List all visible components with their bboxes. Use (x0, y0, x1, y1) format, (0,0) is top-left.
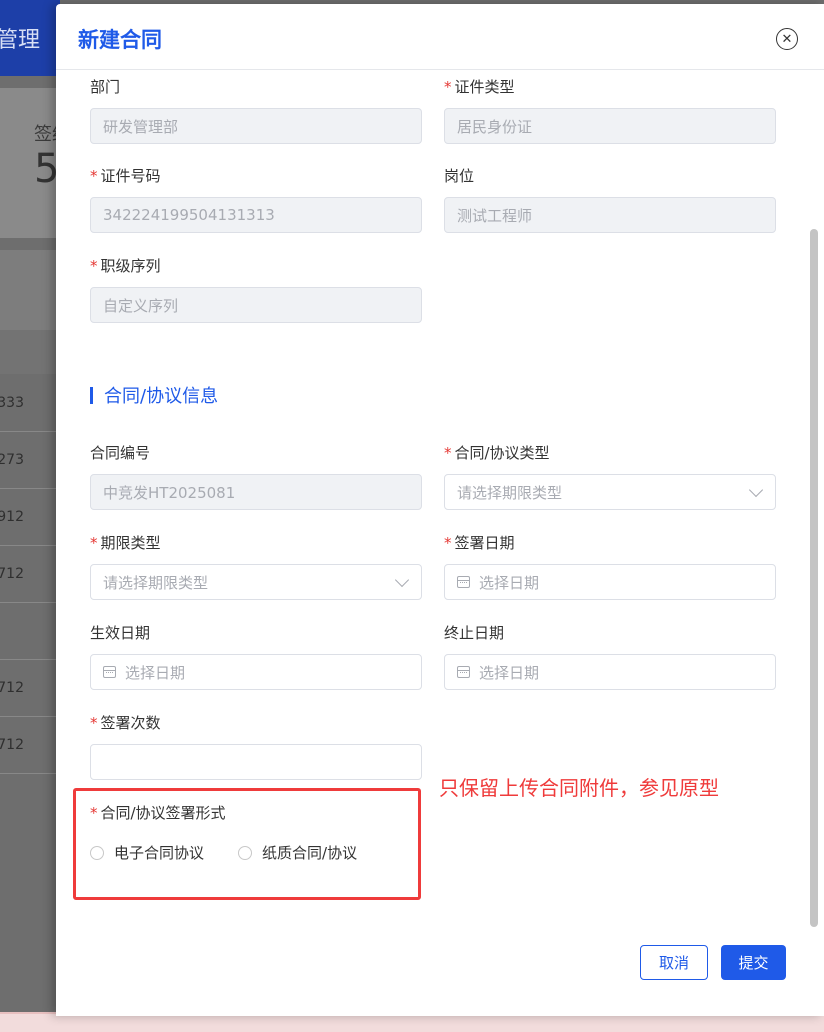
background-toolbar (0, 250, 60, 330)
term-type-select[interactable]: 请选择期限类型 (90, 564, 422, 600)
background-header: 管理 (0, 0, 60, 76)
required-mark: * (444, 534, 452, 552)
department-input[interactable]: 研发管理部 (90, 108, 422, 144)
table-row: 333 (0, 375, 60, 432)
sign-date-label: * 签署日期 (444, 534, 515, 552)
contract-type-field: * 合同/协议类型 请选择期限类型 (444, 442, 776, 510)
sign-count-field: * 签署次数 (90, 712, 422, 780)
sign-date-placeholder: 选择日期 (479, 573, 540, 592)
background-table: 333 190273 288912 278712 278712 278712 (0, 375, 60, 774)
required-mark: * (444, 78, 452, 96)
table-row: 278712 (0, 546, 60, 603)
chevron-down-icon (394, 572, 410, 588)
position-field: 岗位 测试工程师 (444, 165, 776, 233)
cancel-button[interactable]: 取消 (640, 945, 708, 980)
calendar-icon (457, 666, 470, 678)
effective-date-picker[interactable]: 选择日期 (90, 654, 422, 690)
term-type-field: * 期限类型 请选择期限类型 (90, 532, 422, 600)
position-input[interactable]: 测试工程师 (444, 197, 776, 233)
contract-no-label: 合同编号 (90, 444, 151, 462)
submit-button[interactable]: 提交 (721, 945, 786, 980)
section-bar-icon (90, 386, 93, 404)
chevron-down-icon (748, 482, 764, 498)
rank-sequence-input[interactable]: 自定义序列 (90, 287, 422, 323)
new-contract-drawer: 新建合同 ✕ 部门 研发管理部 * 证件类型 居民身份证 * 证件号码 342224… (56, 4, 824, 1016)
position-label: 岗位 (444, 167, 475, 185)
effective-date-label: 生效日期 (90, 624, 151, 642)
term-type-label: * 期限类型 (90, 534, 161, 552)
drawer-title: 新建合同 (78, 28, 162, 52)
contract-type-placeholder: 请选择期限类型 (457, 483, 563, 502)
required-mark: * (90, 534, 98, 552)
required-mark: * (90, 167, 98, 185)
id-number-label: * 证件号码 (90, 167, 161, 185)
section-title: 合同/协议信息 (90, 382, 218, 408)
calendar-icon (103, 666, 116, 678)
sign-count-input[interactable] (90, 744, 422, 780)
department-label: 部门 (90, 78, 121, 96)
id-type-field: * 证件类型 居民身份证 (444, 76, 776, 144)
end-date-label: 终止日期 (444, 624, 505, 642)
id-number-input[interactable]: 342224199504131313 (90, 197, 422, 233)
table-row: 190273 (0, 432, 60, 489)
effective-date-field: 生效日期 选择日期 (90, 622, 422, 690)
id-number-field: * 证件号码 342224199504131313 (90, 165, 422, 233)
contract-type-label: * 合同/协议类型 (444, 444, 550, 462)
term-type-placeholder: 请选择期限类型 (103, 573, 209, 592)
rank-sequence-field: * 职级序列 自定义序列 (90, 255, 422, 323)
end-date-picker[interactable]: 选择日期 (444, 654, 776, 690)
end-date-field: 终止日期 选择日期 (444, 622, 776, 690)
rank-sequence-label: * 职级序列 (90, 257, 161, 275)
contract-no-field: 合同编号 中竞发HT2025081 (90, 442, 422, 510)
table-row: 278712 (0, 660, 60, 717)
scrollbar-thumb[interactable] (810, 229, 818, 927)
background-table-header (0, 330, 60, 374)
background-header-title: 管理 (0, 28, 41, 53)
department-field: 部门 研发管理部 (90, 76, 422, 144)
contract-no-input[interactable]: 中竞发HT2025081 (90, 474, 422, 510)
annotation-note: 只保留上传合同附件，参见原型 (439, 776, 719, 800)
end-date-placeholder: 选择日期 (479, 663, 540, 682)
sign-date-field: * 签署日期 选择日期 (444, 532, 776, 600)
required-mark: * (90, 257, 98, 275)
required-mark: * (90, 714, 98, 732)
calendar-icon (457, 576, 470, 588)
sign-date-picker[interactable]: 选择日期 (444, 564, 776, 600)
id-type-input[interactable]: 居民身份证 (444, 108, 776, 144)
table-row: 288912 (0, 489, 60, 546)
drawer-header: 新建合同 ✕ (56, 4, 824, 70)
table-row (0, 603, 60, 660)
close-icon[interactable]: ✕ (776, 28, 798, 50)
id-type-label: * 证件类型 (444, 78, 515, 96)
required-mark: * (444, 444, 452, 462)
contract-type-select[interactable]: 请选择期限类型 (444, 474, 776, 510)
effective-date-placeholder: 选择日期 (125, 663, 186, 682)
sign-count-label: * 签署次数 (90, 714, 161, 732)
table-row: 278712 (0, 717, 60, 774)
annotation-highlight-box (73, 788, 421, 900)
